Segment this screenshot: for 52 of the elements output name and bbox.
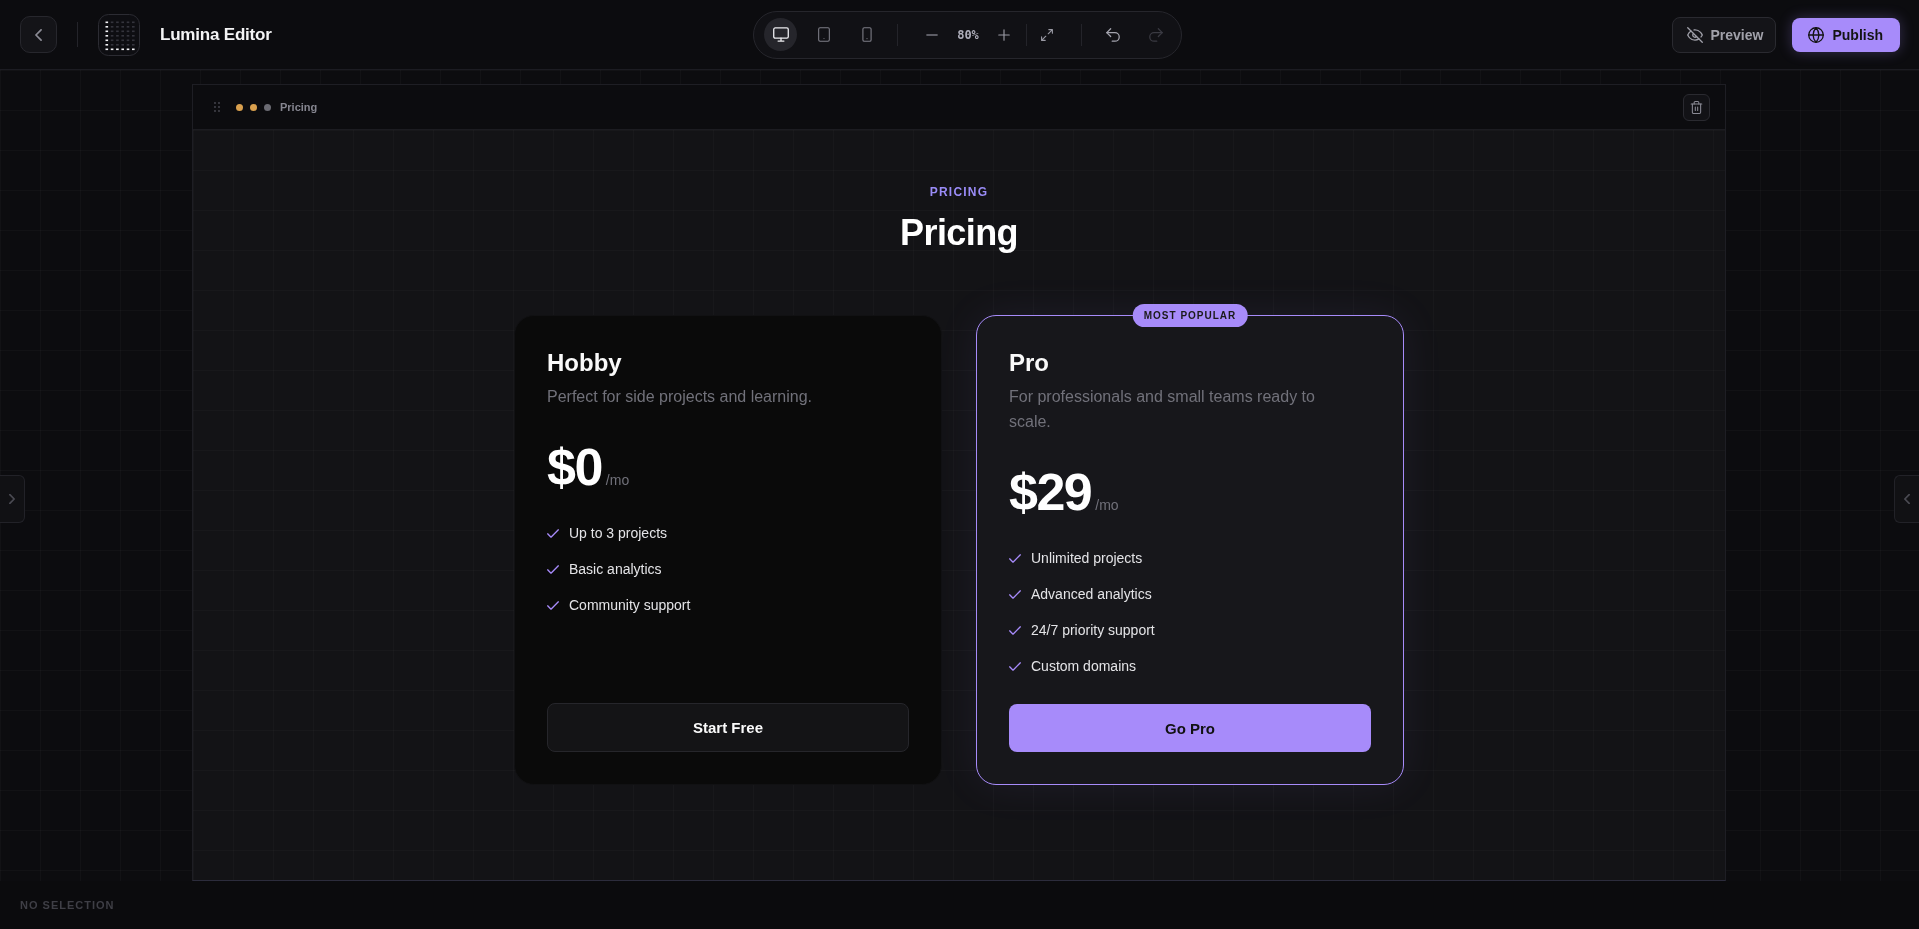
globe-icon [1808,26,1825,43]
preview-button[interactable]: Preview [1671,16,1777,53]
check-icon [547,528,559,538]
plan-price: $29 [1009,466,1092,518]
plus-icon [997,28,1010,41]
tablet-icon [817,27,830,42]
check-icon [1009,625,1021,635]
feature-text: Community support [569,597,691,613]
grid-logo-icon [98,13,140,56]
price-period: /mo [1095,497,1119,513]
back-button[interactable] [20,16,57,53]
check-icon [547,564,559,574]
desktop-view-button[interactable] [764,18,798,51]
section-eyebrow: PRICING [929,185,989,199]
check-icon [1009,661,1021,671]
trash-icon [1690,100,1703,114]
popular-badge: MOST POPULAR [1132,304,1248,327]
phone-icon [861,27,872,42]
check-icon [547,600,559,610]
monitor-icon [772,27,789,42]
plan-name: Pro [1009,348,1049,378]
eye-slash-icon [1686,26,1703,43]
plan-description: Perfect for side projects and learning. [547,387,813,407]
delete-button[interactable] [1683,93,1710,121]
zoom-level: 80% [957,27,979,42]
chevron-left-icon [35,28,42,41]
chevron-right-icon [9,494,15,504]
feature-text: Unlimited projects [1031,550,1143,566]
plan-name: Hobby [547,348,622,378]
expand-icon [1040,28,1053,41]
feature-text: Advanced analytics [1031,586,1152,602]
app-title: Lumina Editor [160,24,272,45]
plan-description: For professionals and small teams ready to scale. [1009,387,1316,432]
plan-cta-button[interactable]: Go Pro [1009,704,1371,752]
check-icon [1009,553,1021,563]
feature-text: Basic analytics [569,561,662,577]
feature-text: Custom domains [1031,658,1137,674]
minus-icon [926,33,939,36]
selection-status: NO SELECTION [20,899,115,911]
block-label: Pricing [280,101,318,113]
panel-toggle-button[interactable] [0,475,25,523]
publish-button[interactable]: Publish [1792,17,1900,52]
section-heading: Pricing [900,211,1018,255]
feature-text: 24/7 priority support [1031,622,1155,638]
chevron-left-icon [1904,494,1910,504]
check-icon [1009,589,1021,599]
price-period: /mo [605,472,630,488]
grip-icon[interactable] [214,102,220,112]
feature-text: Up to 3 projects [569,525,668,541]
plan-price: $0 [547,441,602,493]
panel-toggle-button[interactable] [1894,475,1919,523]
plan-cta-button[interactable]: Start Free [547,703,909,752]
